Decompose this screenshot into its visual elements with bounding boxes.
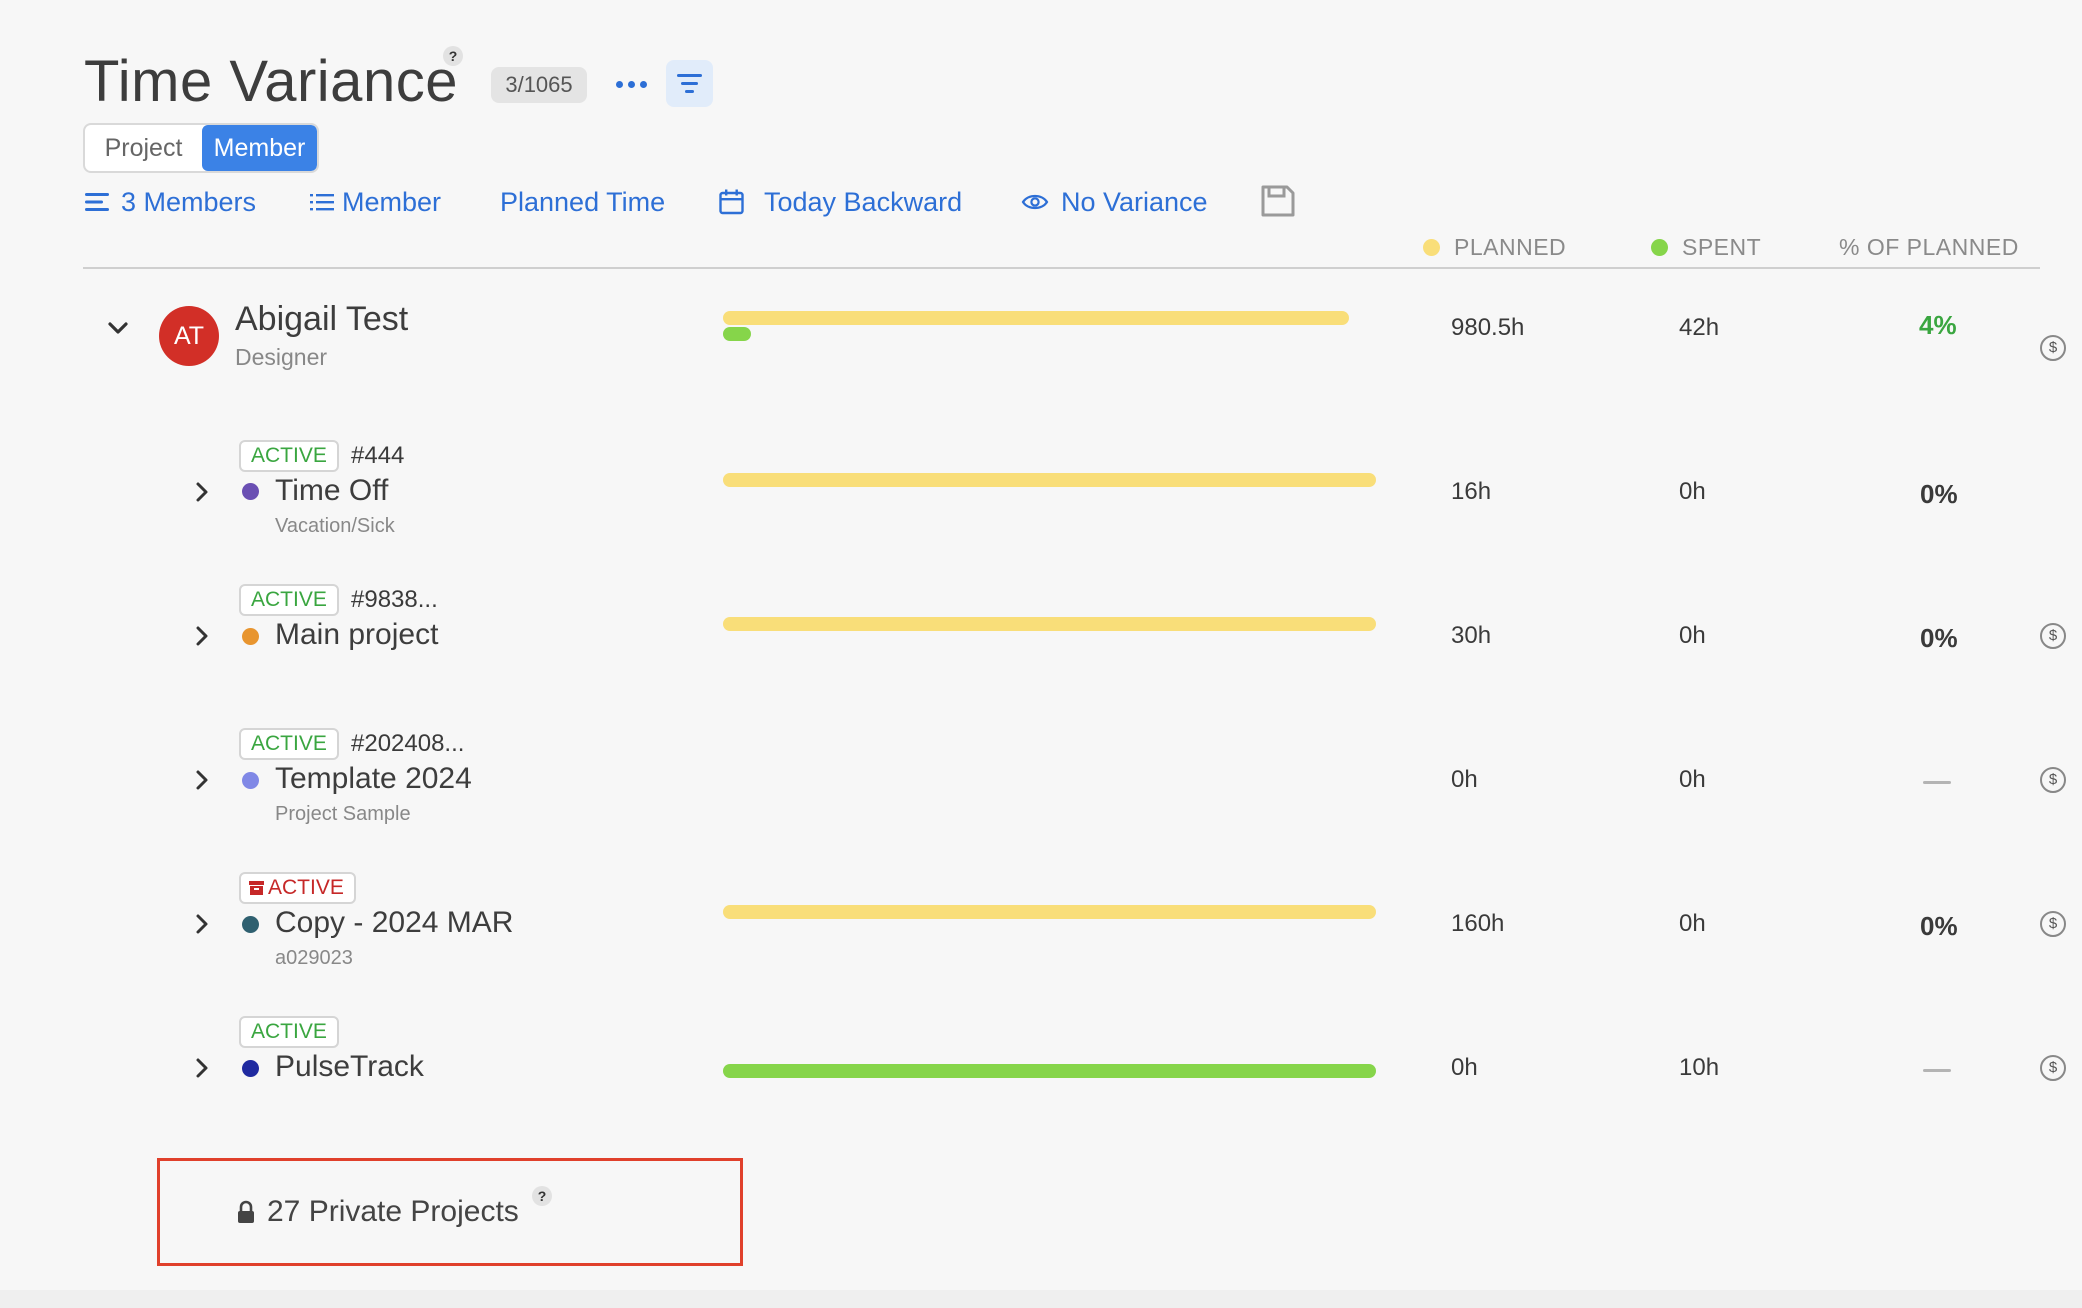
bottom-scroll-area	[0, 1290, 2082, 1308]
project-name[interactable]: Time Off	[275, 474, 388, 508]
project-name[interactable]: Main project	[275, 618, 438, 652]
status-badge: ACTIVE	[239, 1016, 339, 1048]
project-spent-value: 0h	[1679, 478, 1706, 505]
metric-selector[interactable]: Planned Time	[500, 184, 665, 220]
project-client: Project Sample	[275, 803, 411, 825]
header-divider	[83, 267, 2040, 269]
member-name[interactable]: Abigail Test	[235, 300, 408, 339]
project-name[interactable]: PulseTrack	[275, 1050, 424, 1084]
project-percent-value: 0%	[1920, 479, 1958, 509]
members-filter-label: 3 Members	[121, 187, 257, 217]
member-role: Designer	[235, 344, 328, 370]
variance-label: No Variance	[1061, 187, 1208, 217]
project-client: Vacation/Sick	[275, 515, 395, 537]
project-planned-value: 16h	[1451, 478, 1492, 505]
dollar-icon[interactable]: $	[2040, 911, 2066, 937]
group-by-selector[interactable]: Member	[310, 184, 441, 220]
save-icon[interactable]	[1260, 184, 1296, 218]
planned-header-label: PLANNED	[1454, 234, 1567, 260]
status-badge: ACTIVE	[239, 584, 339, 616]
list-icon	[85, 193, 109, 211]
spent-legend-dot	[1651, 238, 1668, 256]
percent-header-label: % OF PLANNED	[1839, 234, 2019, 260]
project-color-dot	[242, 916, 259, 933]
archived-status-badge: ACTIVE	[239, 872, 356, 904]
project-color-dot	[242, 772, 259, 789]
percent-column-header[interactable]: % OF PLANNED	[1839, 232, 2019, 262]
metric-label: Planned Time	[500, 187, 666, 217]
bulleted-list-icon	[310, 194, 334, 211]
spent-header-label: SPENT	[1682, 234, 1762, 260]
status-label: ACTIVE	[268, 876, 344, 899]
count-badge: 3/1065	[491, 67, 587, 103]
project-client: a029023	[275, 947, 353, 969]
project-spent-value: 0h	[1679, 910, 1706, 937]
project-id: #202408...	[351, 730, 465, 757]
lock-icon	[238, 1200, 254, 1223]
project-color-dot	[242, 1060, 259, 1077]
chevron-right-icon[interactable]	[191, 481, 213, 503]
dollar-icon[interactable]: $	[2040, 767, 2066, 793]
status-badge: ACTIVE	[239, 440, 339, 472]
project-planned-value: 0h	[1451, 1054, 1478, 1081]
project-planned-bar	[723, 905, 1376, 919]
project-color-dot	[242, 628, 259, 645]
chevron-right-icon[interactable]	[191, 913, 213, 935]
project-spent-bar	[723, 1064, 1376, 1078]
project-planned-value: 30h	[1451, 622, 1492, 649]
project-color-dot	[242, 483, 259, 500]
toggle-project[interactable]: Project	[85, 125, 202, 171]
project-name[interactable]: Template 2024	[275, 762, 472, 796]
project-spent-value: 0h	[1679, 766, 1706, 793]
dollar-icon[interactable]: $	[2040, 623, 2066, 649]
calendar-icon	[719, 189, 744, 215]
project-planned-bar	[723, 473, 1376, 487]
chevron-right-icon[interactable]	[191, 1057, 213, 1079]
page-title: Time Variance	[84, 49, 458, 114]
avatar: AT	[159, 306, 219, 366]
chevron-right-icon[interactable]	[191, 625, 213, 647]
dollar-icon[interactable]: $	[2040, 335, 2066, 361]
dollar-icon[interactable]: $	[2040, 1055, 2066, 1081]
group-by-label: Member	[342, 187, 442, 217]
project-id: #444	[351, 442, 405, 469]
members-filter[interactable]: 3 Members	[85, 184, 256, 220]
project-planned-value: 0h	[1451, 766, 1478, 793]
member-spent-bar	[723, 327, 751, 341]
status-badge: ACTIVE	[239, 728, 339, 760]
project-spent-value: 0h	[1679, 622, 1706, 649]
archive-icon	[249, 881, 264, 895]
planned-legend-dot	[1423, 238, 1440, 256]
toggle-member[interactable]: Member	[201, 125, 317, 171]
help-icon[interactable]: ?	[443, 46, 463, 66]
member-percent-value: 4%	[1919, 310, 1957, 340]
variance-selector[interactable]: No Variance	[1021, 184, 1208, 220]
spent-column-header[interactable]: SPENT	[1651, 232, 1761, 262]
percent-empty-dash	[1923, 1069, 1951, 1072]
help-icon[interactable]: ?	[532, 1186, 552, 1206]
member-planned-bar	[723, 311, 1349, 325]
date-range-label: Today Backward	[764, 187, 963, 217]
project-percent-value: 0%	[1920, 623, 1958, 653]
chevron-right-icon[interactable]	[191, 769, 213, 791]
member-spent-value: 42h	[1679, 314, 1720, 341]
view-toggle: Project Member	[83, 123, 319, 173]
private-projects-label[interactable]: 27 Private Projects	[267, 1195, 519, 1229]
member-planned-value: 980.5h	[1451, 314, 1525, 341]
date-range-selector[interactable]: Today Backward	[719, 184, 962, 220]
filter-icon[interactable]	[666, 60, 713, 107]
percent-empty-dash	[1923, 781, 1951, 784]
project-percent-value: 0%	[1920, 911, 1958, 941]
project-id: #9838...	[351, 586, 438, 613]
project-name[interactable]: Copy - 2024 MAR	[275, 906, 513, 940]
chevron-down-icon[interactable]	[106, 316, 130, 340]
project-planned-value: 160h	[1451, 910, 1505, 937]
eye-icon	[1021, 194, 1049, 210]
project-spent-value: 10h	[1679, 1054, 1720, 1081]
planned-column-header[interactable]: PLANNED	[1423, 232, 1566, 262]
project-planned-bar	[723, 617, 1376, 631]
more-dots-icon[interactable]	[616, 72, 650, 96]
